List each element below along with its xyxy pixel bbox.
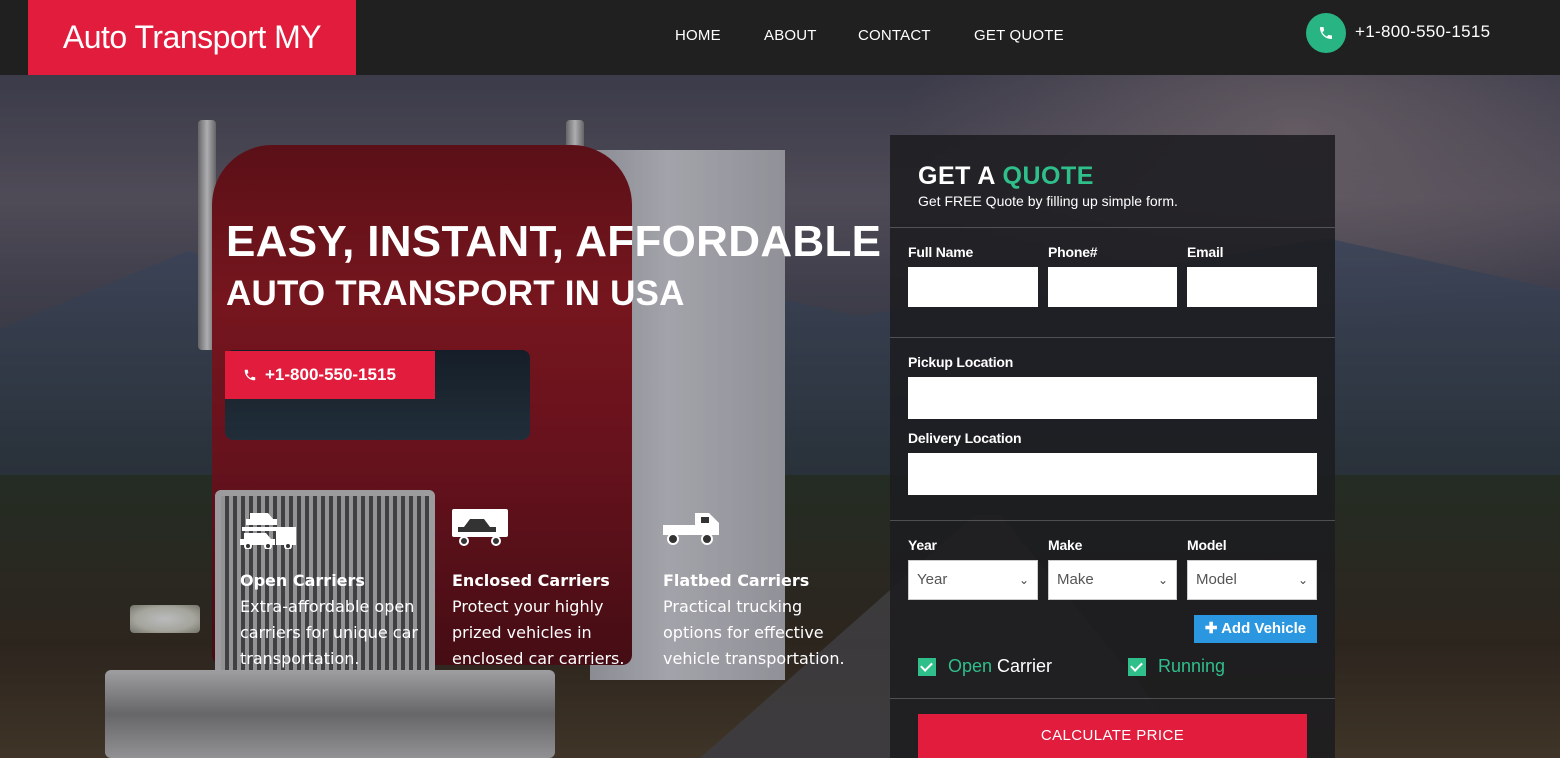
nav-about[interactable]: ABOUT: [764, 0, 817, 72]
feature-title: Enclosed Carriers: [452, 571, 610, 590]
feature-open-carriers: Open Carriers Extra-affordable open carr…: [240, 505, 430, 672]
hero-call-label: +1-800-550-1515: [265, 365, 396, 384]
year-select[interactable]: Year ⌄: [908, 560, 1038, 600]
feature-flatbed-carriers: Flatbed Carriers Practical trucking opti…: [663, 505, 853, 672]
open-carrier-checkbox[interactable]: Open Carrier: [918, 655, 1052, 677]
hero-section: EASY, INSTANT, AFFORDABLE AUTO TRANSPORT…: [0, 75, 1560, 758]
add-vehicle-label: Add Vehicle: [1221, 620, 1307, 637]
quote-title-accent: QUOTE: [1002, 162, 1094, 190]
delivery-location-input[interactable]: [908, 453, 1317, 495]
pickup-location-input[interactable]: [908, 377, 1317, 419]
divider: [890, 227, 1335, 228]
checkbox-checked-icon[interactable]: [918, 658, 936, 677]
quote-form: GET A QUOTE Get FREE Quote by filling up…: [890, 135, 1335, 758]
hero-call-button[interactable]: +1-800-550-1515: [225, 351, 435, 399]
nav-get-quote[interactable]: GET QUOTE: [974, 0, 1064, 72]
feature-title: Open Carriers: [240, 571, 365, 590]
add-vehicle-button[interactable]: ✚ Add Vehicle: [1194, 615, 1317, 643]
feature-description: Protect your highly prized vehicles in e…: [452, 597, 625, 668]
site-header: Auto Transport MY HOME ABOUT CONTACT GET…: [0, 0, 1560, 75]
calculate-price-button[interactable]: CALCULATE PRICE: [918, 714, 1307, 758]
chevron-down-icon: ⌄: [1157, 573, 1168, 587]
plus-icon: ✚: [1204, 620, 1218, 637]
full-name-input[interactable]: [908, 267, 1038, 307]
quote-form-subtitle: Get FREE Quote by filling up simple form…: [918, 193, 1178, 209]
header-phone-number[interactable]: +1-800-550-1515: [1355, 22, 1490, 42]
make-label: Make: [1048, 537, 1083, 553]
divider: [890, 337, 1335, 338]
model-select-value: Model: [1196, 571, 1237, 588]
phone-icon[interactable]: [1306, 13, 1346, 53]
phone-label: Phone#: [1048, 244, 1098, 260]
year-label: Year: [908, 537, 937, 553]
make-select-value: Make: [1057, 571, 1094, 588]
feature-description: Extra-affordable open carriers for uniqu…: [240, 597, 418, 668]
feature-enclosed-carriers: Enclosed Carriers Protect your highly pr…: [452, 505, 642, 672]
feature-title: Flatbed Carriers: [663, 571, 810, 590]
checkbox-label-green: Open: [948, 656, 993, 676]
email-label: Email: [1187, 244, 1224, 260]
pickup-location-label: Pickup Location: [908, 354, 1014, 370]
full-name-label: Full Name: [908, 244, 974, 260]
make-select[interactable]: Make ⌄: [1048, 560, 1177, 600]
hero-subheadline: AUTO TRANSPORT IN USA: [226, 274, 685, 313]
feature-description: Practical trucking options for effective…: [663, 597, 845, 668]
model-label: Model: [1187, 537, 1227, 553]
email-input[interactable]: [1187, 267, 1317, 307]
flatbed-truck-icon: [663, 505, 853, 549]
delivery-location-label: Delivery Location: [908, 430, 1022, 446]
model-select[interactable]: Model ⌄: [1187, 560, 1317, 600]
phone-icon: [244, 369, 256, 381]
enclosed-truck-icon: [452, 505, 642, 549]
checkbox-label-white: Carrier: [992, 656, 1053, 676]
phone-input[interactable]: [1048, 267, 1177, 307]
quote-form-title: GET A QUOTE: [918, 162, 1094, 191]
car-carrier-icon: [240, 505, 430, 550]
divider: [890, 698, 1335, 699]
brand-logo[interactable]: Auto Transport MY: [28, 0, 356, 75]
hero-headline: EASY, INSTANT, AFFORDABLE: [226, 217, 882, 266]
nav-home[interactable]: HOME: [675, 0, 721, 72]
running-checkbox[interactable]: Running: [1128, 655, 1225, 677]
nav-contact[interactable]: CONTACT: [858, 0, 931, 72]
checkbox-checked-icon[interactable]: [1128, 658, 1146, 677]
checkbox-label-green: Running: [1158, 656, 1226, 676]
year-select-value: Year: [917, 571, 948, 588]
chevron-down-icon: ⌄: [1297, 573, 1308, 587]
chevron-down-icon: ⌄: [1018, 573, 1029, 587]
quote-title-prefix: GET A: [918, 162, 996, 190]
divider: [890, 520, 1335, 521]
